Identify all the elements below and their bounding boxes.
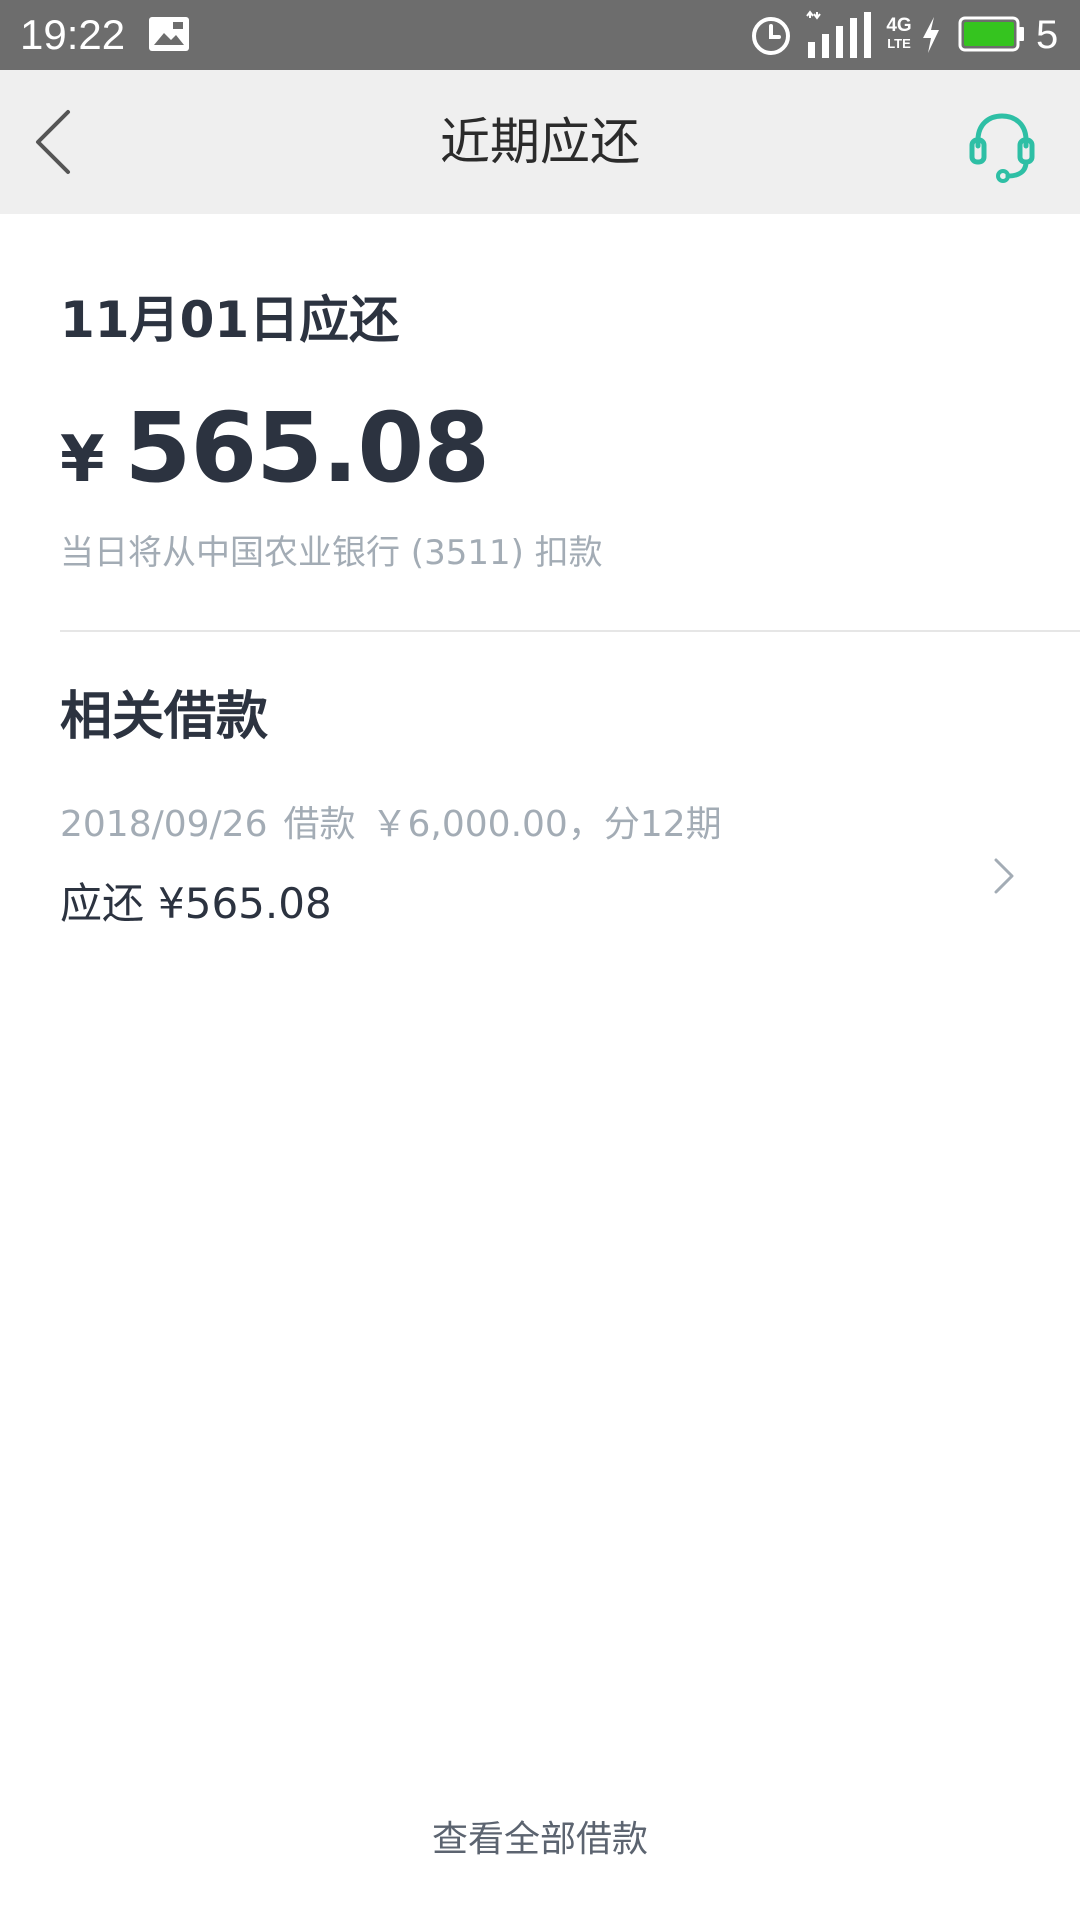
network-indicator: 4G LTE [884,16,914,56]
view-all-loans-link[interactable]: 查看全部借款 [0,1812,1080,1868]
chevron-right-icon [994,858,1014,894]
nav-bar: 近期应还 [0,70,1080,214]
battery-icon [958,16,1024,52]
alarm-icon [752,17,790,55]
due-date-heading: 11月01日应还 [60,291,400,349]
page-title: 近期应还 [440,113,640,171]
loan-label: 借款 [283,804,356,845]
due-amount-value: 565.08 [124,392,490,504]
battery-level: 5 [1036,13,1059,57]
back-chevron-icon [36,110,70,174]
status-bar: 19:22 4G LTE 5 [0,0,1080,70]
gallery-icon [149,17,189,51]
headset-icon [969,113,1035,183]
signal-icon [806,10,871,58]
loan-principal: ￥6,000.00，分12期 [371,804,722,845]
currency-symbol: ¥ [60,423,105,497]
due-amount: ¥565.08 [60,392,490,504]
customer-service-button[interactable] [962,104,1042,184]
back-button[interactable] [24,102,104,182]
loan-due-amount: ¥565.08 [158,879,332,928]
loan-info: 2018/09/26 借款 ￥6,000.00，分12期 [60,800,722,850]
charging-icon [923,17,939,53]
related-loans-title: 相关借款 [60,687,269,747]
loan-due: 应还 ¥565.08 [60,874,332,934]
loan-date: 2018/09/26 [60,804,268,845]
loan-list-item[interactable]: 2018/09/26 借款 ￥6,000.00，分12期 应还 ¥565.08 [0,790,1080,950]
loan-due-label: 应还 [60,879,145,928]
section-divider [60,630,1080,632]
debit-note: 当日将从中国农业银行 (3511) 扣款 [60,533,603,573]
status-time: 19:22 [20,11,126,58]
network-type: LTE [887,36,911,51]
network-generation: 4G [886,15,912,36]
